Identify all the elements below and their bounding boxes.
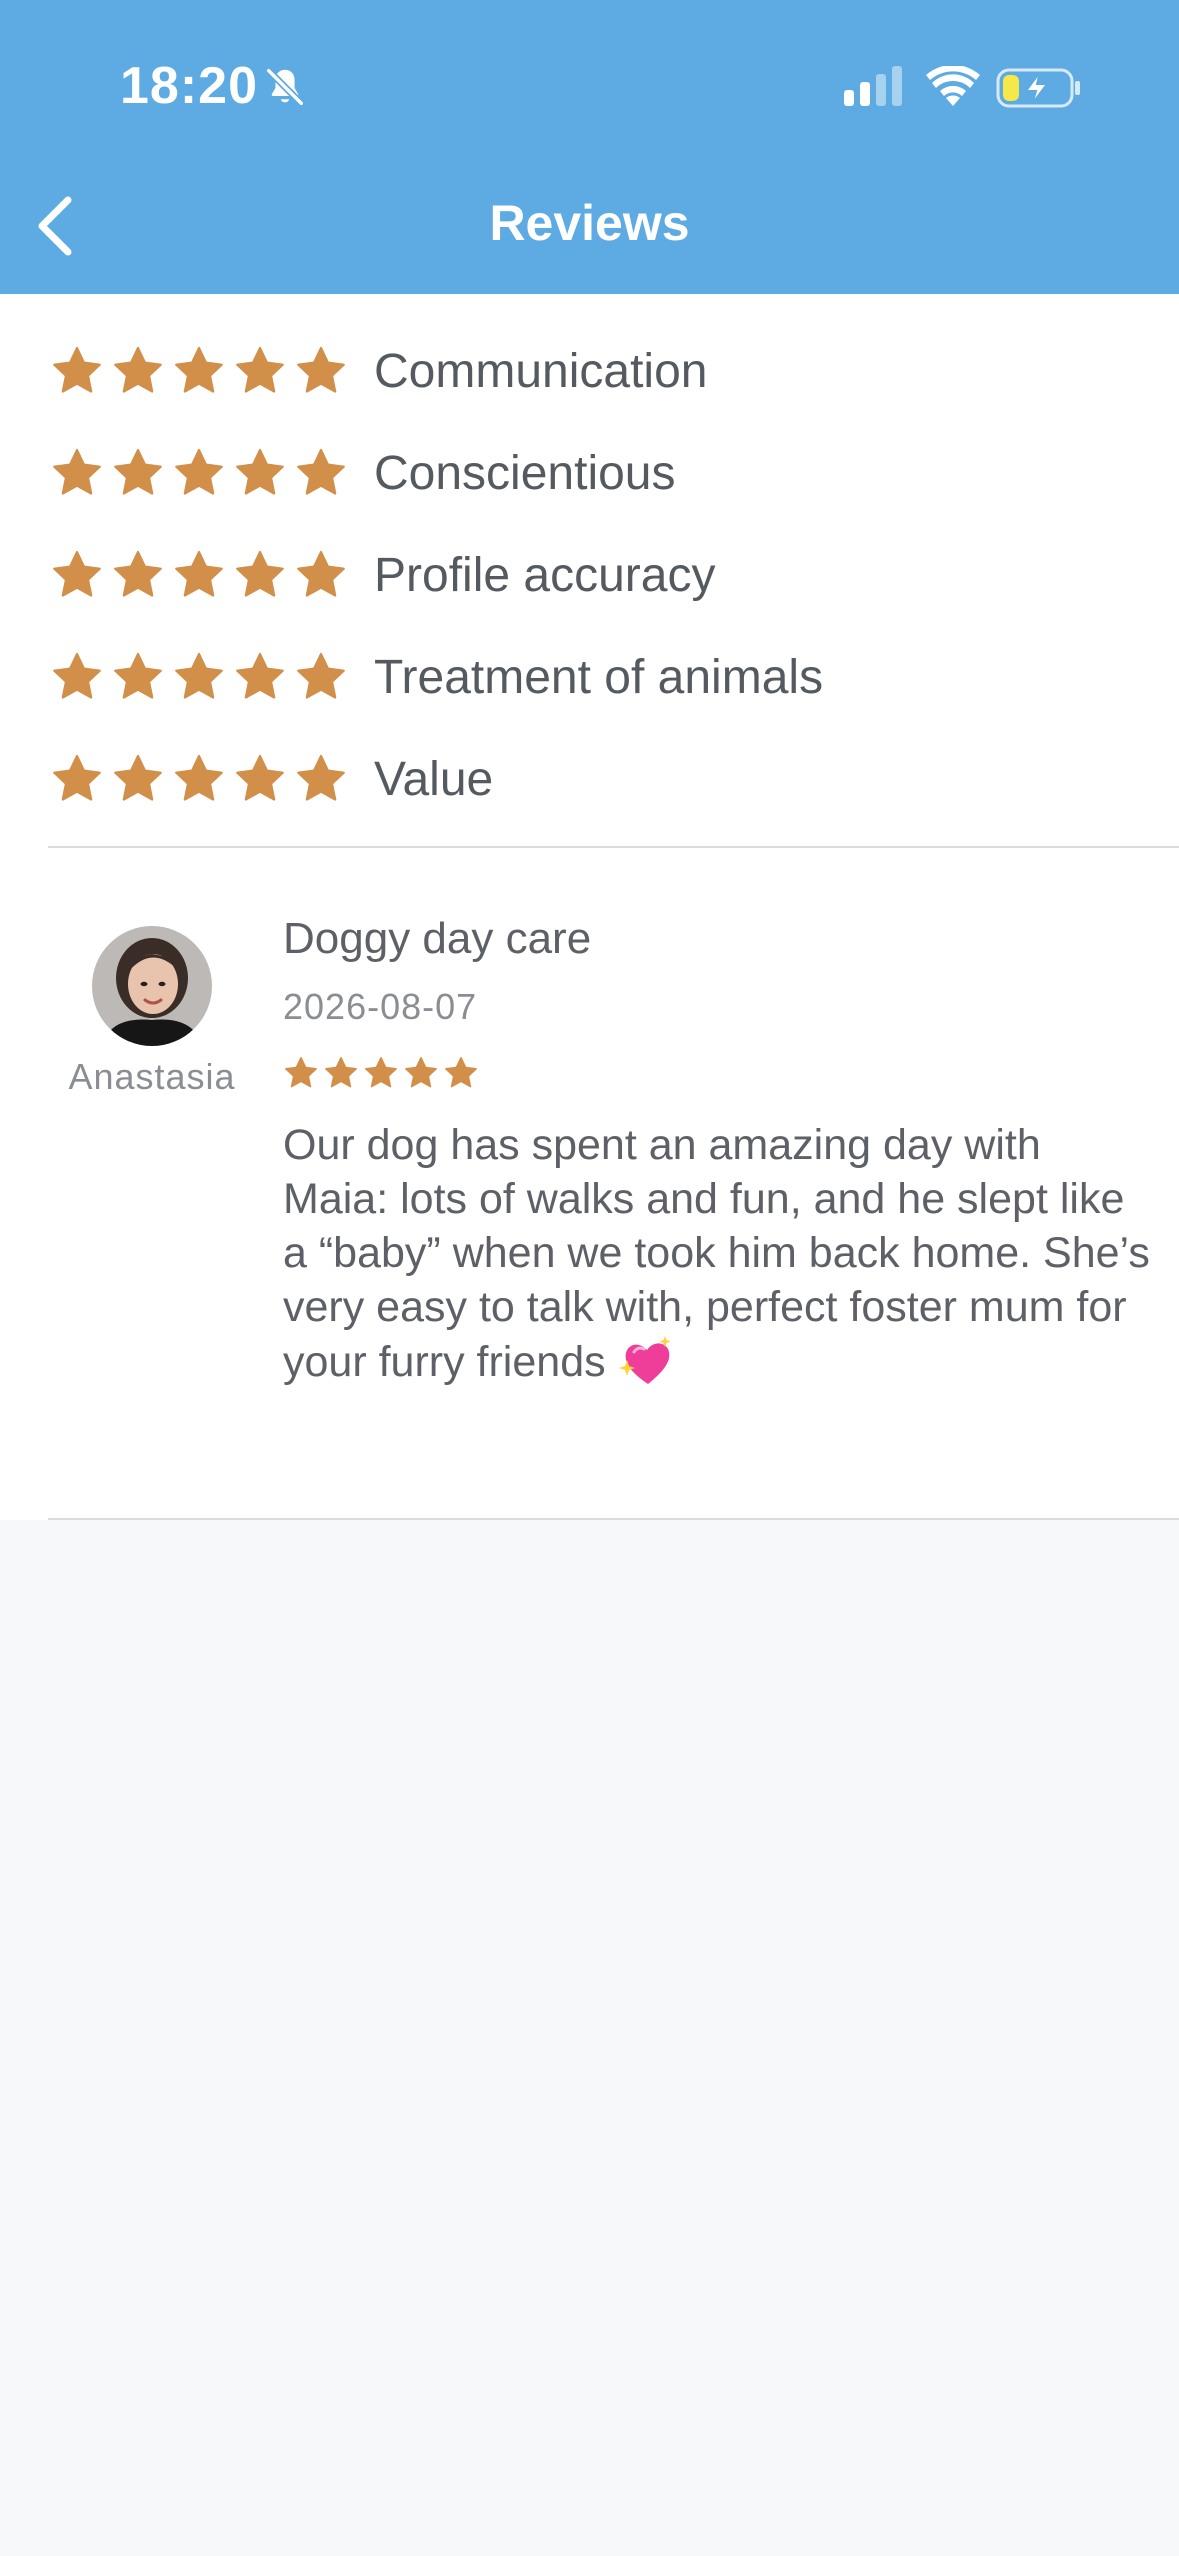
star-icon	[175, 652, 223, 699]
star-icon	[175, 550, 223, 597]
star-icon	[53, 448, 101, 495]
review-star-rating	[283, 1055, 479, 1091]
rating-row-treatment-of-animals: Treatment of animals	[50, 642, 823, 712]
rating-label: Treatment of animals	[374, 650, 824, 704]
star-icon	[297, 346, 345, 393]
star-icon	[53, 550, 101, 597]
star-icon	[175, 754, 223, 801]
rating-row-conscientious: Conscientious	[50, 438, 676, 508]
star-icon	[175, 346, 223, 393]
star-icon	[445, 1056, 477, 1088]
reviewer-name: Anastasia	[68, 1056, 236, 1097]
star-icon	[285, 1056, 317, 1088]
review-date: 2026-08-07	[283, 986, 478, 1027]
rating-label: Communication	[374, 344, 708, 398]
star-icon	[236, 346, 284, 393]
star-icon	[405, 1056, 437, 1088]
page-title: Reviews	[489, 195, 690, 251]
app-header: 18:20 Reviews	[0, 0, 1179, 294]
divider	[48, 846, 1179, 848]
rating-label: Profile accuracy	[374, 548, 716, 602]
divider	[48, 1518, 1179, 1520]
rating-row-value: Value	[50, 744, 493, 814]
star-icon	[365, 1056, 397, 1088]
rating-label: Conscientious	[374, 446, 676, 500]
star-icon	[53, 346, 101, 393]
cellular-signal-icon	[844, 66, 902, 106]
battery-charging-icon	[996, 68, 1080, 108]
status-time: 18:20	[120, 57, 258, 115]
star-rating	[50, 548, 348, 602]
star-icon	[114, 550, 162, 597]
star-icon	[297, 754, 345, 801]
star-icon	[297, 448, 345, 495]
wifi-icon	[926, 66, 980, 106]
star-icon	[236, 754, 284, 801]
sparkling-heart-icon	[618, 1336, 671, 1384]
star-icon	[114, 448, 162, 495]
star-icon	[236, 448, 284, 495]
star-icon	[114, 346, 162, 393]
review-body: Our dog has spent an amazing day with Ma…	[283, 1118, 1153, 1389]
rating-row-communication: Communication	[50, 336, 707, 406]
rating-row-profile-accuracy: Profile accuracy	[50, 540, 715, 610]
star-icon	[236, 550, 284, 597]
star-icon	[53, 754, 101, 801]
review-title: Doggy day care	[283, 914, 592, 963]
review-text: Our dog has spent an amazing day with Ma…	[283, 1121, 1150, 1386]
star-icon	[53, 652, 101, 699]
star-icon	[325, 1056, 357, 1088]
rating-label: Value	[374, 752, 494, 806]
star-icon	[114, 754, 162, 801]
star-icon	[175, 448, 223, 495]
star-icon	[297, 652, 345, 699]
star-icon	[114, 652, 162, 699]
star-rating	[50, 344, 348, 398]
star-rating	[50, 650, 348, 704]
star-rating	[50, 752, 348, 806]
bell-muted-icon	[265, 67, 305, 107]
star-icon	[297, 550, 345, 597]
star-rating	[50, 446, 348, 500]
avatar[interactable]	[92, 926, 212, 1046]
star-icon	[236, 652, 284, 699]
